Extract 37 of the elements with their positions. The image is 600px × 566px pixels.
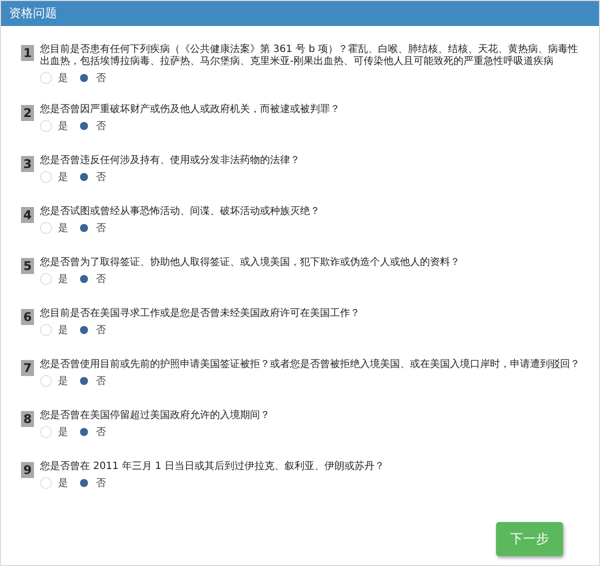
question-text: 您目前是否患有任何下列疾病（《公共健康法案》第 361 号 b 项）？霍乱、白喉、肺结核、结核、天花、黄热病、病毒性出血热，包括埃博拉病毒、拉萨热、马尔堡病、克里米亚-刚果出血热、可传染他人且可能致死的严重急性呼吸道疾病 <box>40 44 580 68</box>
radio-option[interactable]: 否 <box>78 272 106 286</box>
radio-option[interactable]: 是 <box>40 476 68 490</box>
question-text: 您是否曾为了取得签证、协助他人取得签证、或入境美国，犯下欺诈或伪造个人或他人的资料？ <box>40 257 461 269</box>
question-number: 6 <box>21 309 34 325</box>
question-number: 8 <box>21 411 34 427</box>
question-text: 您是否曾在 2011 年三月 1 日当日或其后到过伊拉克、叙利亚、伊朗或苏丹？ <box>40 461 386 473</box>
radio-option[interactable]: 否 <box>78 425 106 439</box>
question-text: 您是否曾在美国停留超过美国政府允许的入境期间？ <box>40 410 271 422</box>
radio-option[interactable]: 是 <box>40 425 68 439</box>
radio-option[interactable]: 否 <box>78 170 106 184</box>
question-number: 2 <box>21 105 34 121</box>
radio-option[interactable]: 是 <box>40 221 68 235</box>
radio-option[interactable]: 是 <box>40 374 68 388</box>
radio-option[interactable]: 否 <box>78 119 106 133</box>
question-text: 您是否试图或曾经从事恐怖活动、间谍、破坏活动或种族灭绝？ <box>40 206 321 218</box>
question-number: 4 <box>21 207 34 223</box>
radio-option[interactable]: 是 <box>40 323 68 337</box>
radio-option[interactable]: 是 <box>40 119 68 133</box>
radio-option[interactable]: 是 <box>40 272 68 286</box>
header-bar: 资格问题 <box>1 1 599 26</box>
question-text: 您目前是否在美国寻求工作或是您是否曾未经美国政府许可在美国工作？ <box>40 308 361 320</box>
radio-option[interactable]: 否 <box>78 476 106 490</box>
radio-option[interactable]: 否 <box>78 323 106 337</box>
question-number: 5 <box>21 258 34 274</box>
question-text: 您是否曾违反任何涉及持有、使用或分发非法药物的法律？ <box>40 155 301 167</box>
radio-option[interactable]: 否 <box>78 221 106 235</box>
question-number: 7 <box>21 360 34 376</box>
question-text: 您是否曾因严重破坏财产或伤及他人或政府机关，而被逮或被判罪？ <box>40 104 341 116</box>
question-text: 您是否曾使用目前或先前的护照申请美国签证被拒？或者您是否曾被拒绝入境美国、或在美国入境口岸时，申请遭到驳回？ <box>40 359 581 371</box>
question-number: 3 <box>21 156 34 172</box>
radio-option[interactable]: 否 <box>78 374 106 388</box>
question-number: 1 <box>21 45 34 61</box>
radio-option[interactable]: 否 <box>78 71 106 85</box>
radio-option[interactable]: 是 <box>40 71 68 85</box>
radio-option[interactable]: 是 <box>40 170 68 184</box>
question-number: 9 <box>21 462 34 478</box>
